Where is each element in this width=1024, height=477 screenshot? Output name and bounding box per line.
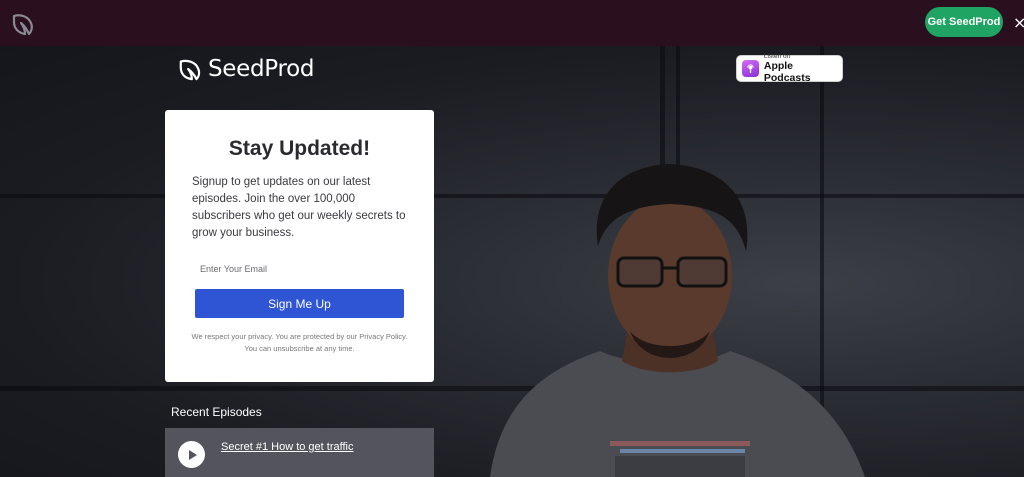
seedprod-leaf-icon — [179, 59, 201, 81]
signup-card: Stay Updated! Signup to get updates on o… — [165, 110, 434, 382]
admin-top-bar: Get SeedProd × — [0, 0, 1024, 46]
brand-name: SeedProd — [208, 56, 315, 82]
podcast-badge-small-text: Listen on — [763, 53, 791, 60]
brand-logo[interactable]: SeedProd — [178, 54, 314, 84]
episode-item[interactable]: Secret #1 How to get traffic — [165, 428, 434, 477]
host-photo — [490, 164, 865, 477]
sign-me-up-button[interactable]: Sign Me Up — [195, 289, 404, 318]
close-icon[interactable]: × — [1013, 13, 1024, 33]
seedprod-leaf-icon[interactable] — [10, 10, 36, 36]
play-icon[interactable] — [178, 441, 205, 468]
podcast-badge-big-text: Apple Podcasts — [763, 60, 811, 84]
apple-podcasts-badge[interactable]: Listen on Apple Podcasts — [736, 53, 843, 84]
get-seedprod-button[interactable]: Get SeedProd — [925, 7, 1003, 37]
signup-title: Stay Updated! — [228, 137, 371, 160]
podcast-icon — [742, 60, 759, 77]
signup-description: Signup to get updates on our latest epis… — [192, 176, 406, 239]
privacy-note: We respect your privacy. You are protect… — [191, 332, 408, 353]
email-input[interactable] — [195, 258, 404, 280]
episode-title[interactable]: Secret #1 How to get traffic — [221, 441, 353, 453]
recent-episodes-heading: Recent Episodes — [171, 405, 262, 419]
hero-background — [0, 46, 1024, 477]
